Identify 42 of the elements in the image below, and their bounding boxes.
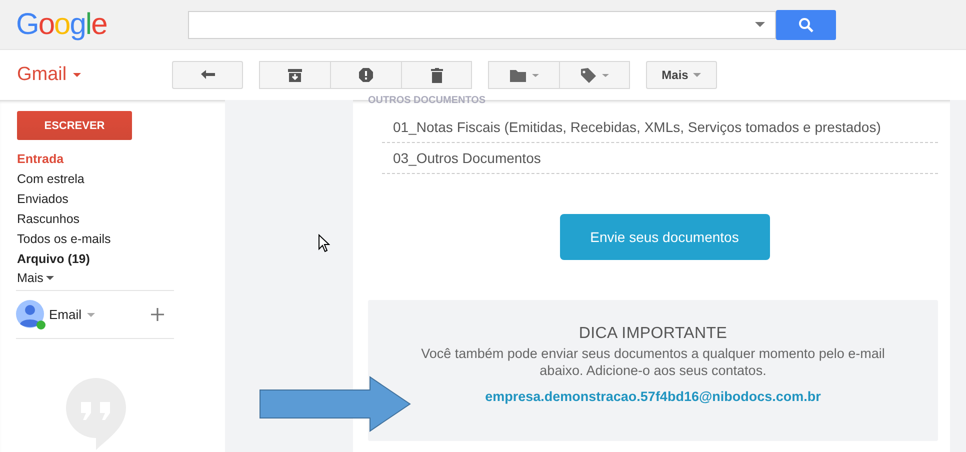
spam-button[interactable] — [330, 61, 401, 89]
document-item: 01_Notas Fiscais (Emitidas, Recebidas, XMLs, Serviços tomados e prestados) — [382, 112, 938, 143]
folder-link[interactable]: Rascunhos — [17, 209, 80, 229]
tip-text: Você também pode enviar seus documentos a qualquer momento pelo e-mail abaixo. Adicione-o aos seus contatos. — [420, 345, 886, 379]
folder-icon — [510, 68, 526, 82]
document-item: 03_Outros Documentos — [382, 143, 938, 174]
caret-icon — [755, 22, 765, 27]
mouse-cursor-icon — [318, 234, 330, 253]
more-link[interactable]: Mais — [17, 269, 54, 286]
archive-button[interactable] — [259, 61, 330, 89]
avatar-icon[interactable] — [16, 300, 46, 330]
caret-icon — [46, 276, 54, 280]
trash-button[interactable] — [401, 61, 472, 89]
left-arrow-icon — [200, 70, 214, 80]
caret-icon — [602, 74, 608, 76]
folder-link[interactable]: Entrada — [17, 149, 64, 169]
tip-title: DICA IMPORTANTE — [578, 325, 728, 343]
folder-link[interactable]: Enviados — [17, 189, 68, 209]
archive-icon — [288, 68, 302, 82]
search-field[interactable] — [188, 10, 776, 38]
caret-icon — [72, 73, 81, 77]
caret-icon — [86, 312, 95, 316]
section-heading: OUTROS DOCUMENTOS — [368, 96, 487, 108]
account-menu[interactable]: Email — [49, 307, 95, 322]
more-button[interactable]: Mais — [646, 61, 717, 89]
trash-icon — [430, 68, 442, 82]
arrow-icon — [259, 376, 411, 432]
add-icon[interactable] — [151, 308, 164, 321]
folder-link[interactable]: Todos os e-mails — [17, 229, 111, 249]
search-icon — [798, 16, 814, 32]
caret-icon — [532, 74, 538, 76]
search-button[interactable] — [776, 10, 836, 40]
exclamation-icon — [359, 68, 373, 82]
folder-link[interactable]: Arquivo (19) — [17, 249, 90, 269]
tag-icon — [580, 68, 596, 82]
compose-button[interactable]: ESCREVER — [17, 111, 132, 140]
folder-link[interactable]: Com estrela — [17, 169, 84, 189]
tag-button[interactable] — [559, 61, 630, 89]
gmail-menu[interactable]: Gmail — [0, 64, 172, 86]
folder-button[interactable] — [488, 61, 559, 89]
caret-icon — [693, 73, 702, 77]
back-button[interactable] — [172, 61, 243, 89]
